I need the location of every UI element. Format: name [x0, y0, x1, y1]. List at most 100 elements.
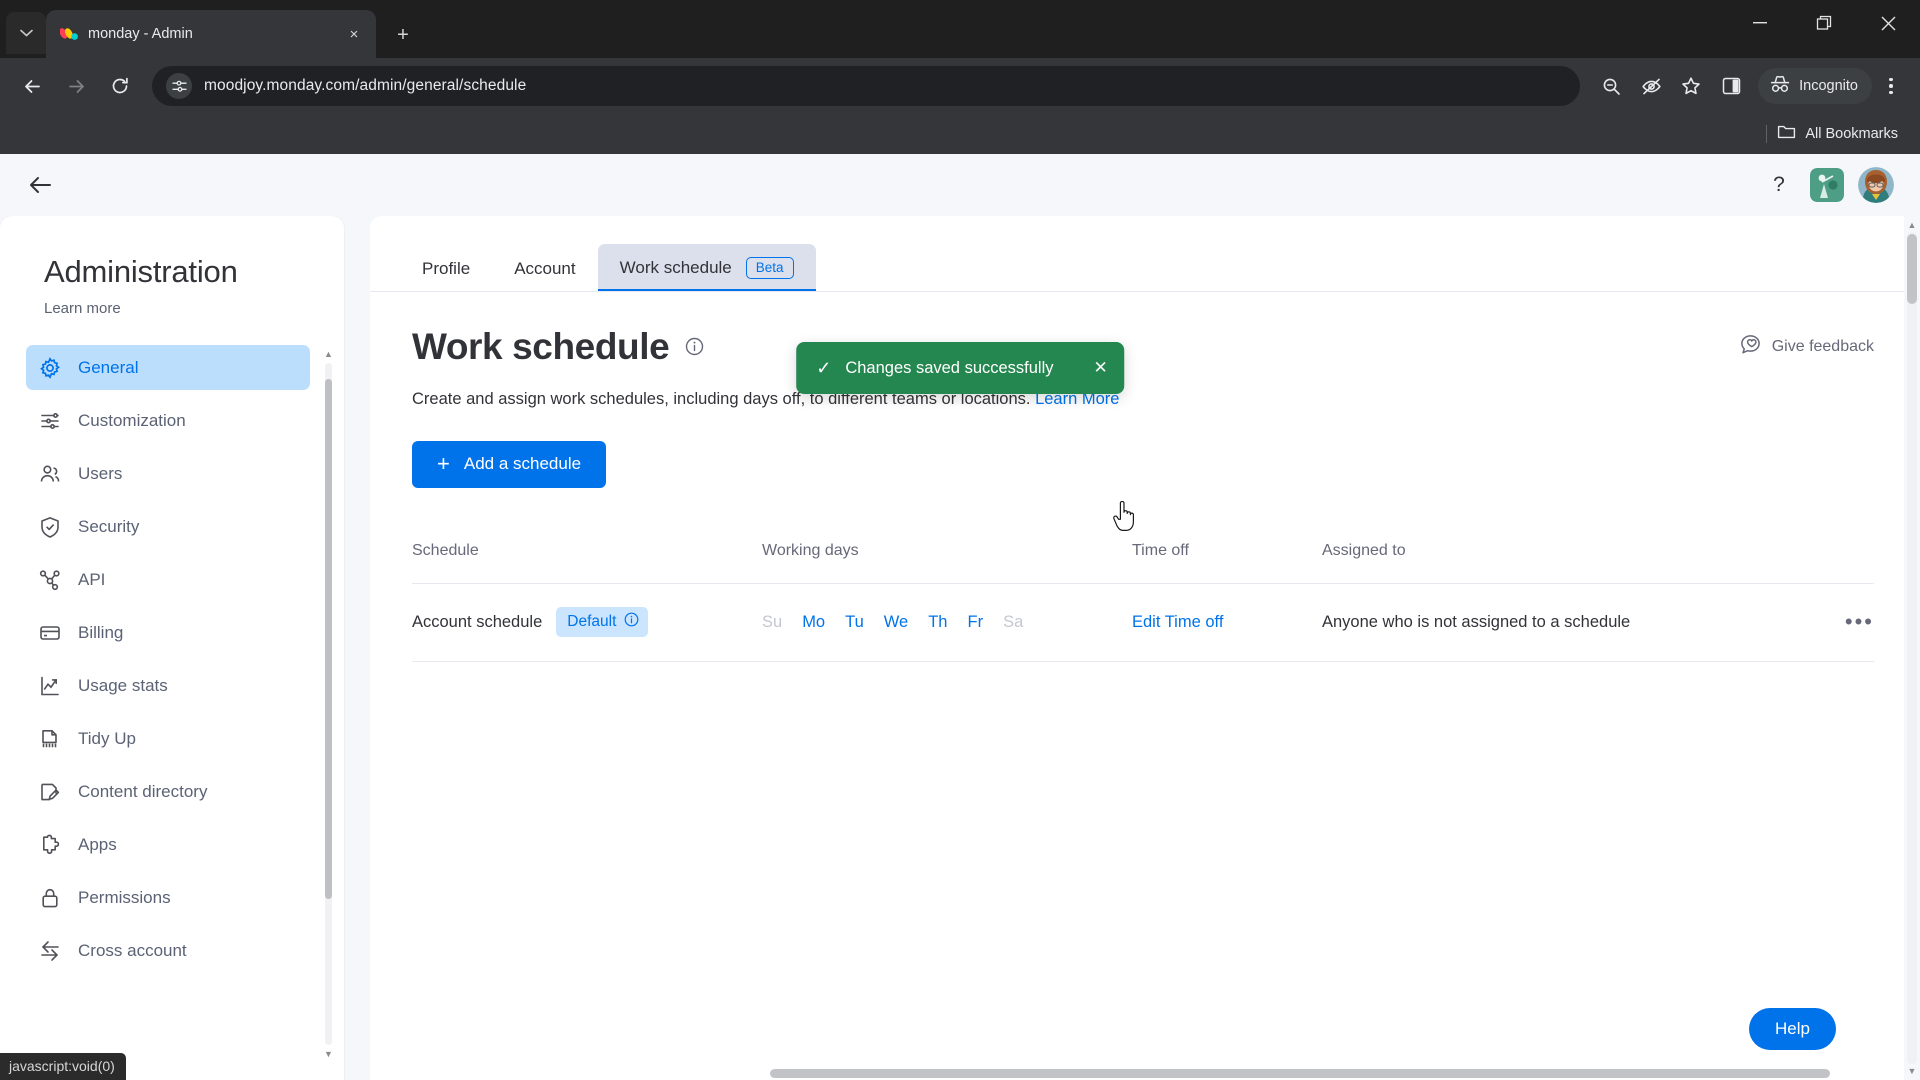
users-icon — [38, 462, 61, 485]
day-we[interactable]: We — [884, 613, 908, 632]
folder-icon — [1777, 124, 1796, 144]
gear-icon — [38, 356, 61, 379]
url-text: moodjoy.monday.com/admin/general/schedul… — [204, 77, 527, 94]
horizontal-scrollbar[interactable] — [770, 1066, 1900, 1080]
three-dot-menu-icon[interactable] — [1874, 67, 1908, 105]
add-schedule-button[interactable]: + Add a schedule — [412, 440, 607, 488]
tab-title: monday - Admin — [88, 26, 193, 42]
day-sa[interactable]: Sa — [1003, 613, 1023, 632]
sidebar-scroll-down-arrow[interactable]: ▼ — [323, 1047, 334, 1061]
tab-work-schedule[interactable]: Work schedule Beta — [597, 244, 816, 292]
sidebar-item-customization[interactable]: Customization — [26, 398, 310, 443]
row-actions-menu-icon[interactable]: ••• — [1814, 609, 1874, 635]
page-viewport: ? ✓ Changes saved successfully ✕ Adminis… — [0, 154, 1920, 1080]
sidebar-item-billing[interactable]: Billing — [26, 610, 310, 655]
status-bar: javascript:void(0) — [0, 1053, 126, 1080]
app-back-button[interactable] — [20, 165, 60, 205]
document-edit-icon — [38, 780, 61, 803]
toast-close-icon[interactable]: ✕ — [1094, 358, 1108, 378]
tab-account[interactable]: Account — [492, 246, 597, 292]
maximize-button[interactable] — [1792, 0, 1856, 46]
bookmark-star-icon[interactable] — [1672, 67, 1710, 105]
give-feedback-button[interactable]: Give feedback — [1740, 334, 1874, 360]
help-button[interactable]: Help — [1749, 1008, 1836, 1050]
monday-logo-icon — [60, 25, 78, 43]
sidebar-item-general[interactable]: General — [26, 345, 310, 390]
browser-tab[interactable]: monday - Admin × — [46, 10, 376, 58]
default-chip-label: Default — [567, 613, 617, 630]
hide-password-icon[interactable] — [1632, 67, 1670, 105]
sidebar-item-security[interactable]: Security — [26, 504, 310, 549]
sidebar-item-apps[interactable]: Apps — [26, 822, 310, 867]
feedback-bubble-icon — [1740, 334, 1761, 360]
give-feedback-label: Give feedback — [1771, 337, 1874, 355]
zoom-out-icon[interactable] — [1592, 67, 1630, 105]
sidebar-item-label: Usage stats — [78, 675, 168, 695]
table-row[interactable]: Account schedule Default Su Mo Tu We Th … — [412, 584, 1874, 662]
day-fr[interactable]: Fr — [967, 613, 983, 632]
cross-account-icon — [38, 939, 61, 962]
default-chip[interactable]: Default — [556, 607, 649, 637]
all-bookmarks-button[interactable]: All Bookmarks — [1777, 124, 1898, 144]
sidebar-title: Administration — [44, 254, 238, 289]
sidebar-nav-list: General Customization Users Security API… — [0, 345, 344, 973]
page-scroll-down-arrow[interactable]: ▼ — [1904, 1063, 1920, 1079]
page-scroll-track[interactable] — [1907, 232, 1917, 1064]
sidebar-item-api[interactable]: API — [26, 557, 310, 602]
user-avatar[interactable] — [1858, 167, 1894, 203]
sidebar-scrollbar[interactable]: ▲ ▼ — [323, 345, 334, 1063]
info-circle-icon[interactable] — [685, 337, 704, 356]
sidebar-item-usage-stats[interactable]: Usage stats — [26, 663, 310, 708]
reload-button-icon[interactable] — [100, 66, 140, 106]
page-scrollbar[interactable]: ▲ ▼ — [1904, 216, 1920, 1080]
toast-message: Changes saved successfully — [845, 358, 1054, 377]
monday-app-icon[interactable] — [1810, 168, 1844, 202]
page-scroll-thumb[interactable] — [1907, 234, 1917, 304]
day-mo[interactable]: Mo — [802, 613, 825, 632]
back-button-icon[interactable] — [12, 66, 52, 106]
page-info-icon[interactable] — [166, 73, 192, 99]
sidebar-learn-more-link[interactable]: Learn more — [0, 290, 344, 317]
sidebar-item-cross-account[interactable]: Cross account — [26, 928, 310, 973]
day-tu[interactable]: Tu — [845, 613, 864, 632]
side-panel-icon[interactable] — [1712, 67, 1750, 105]
beta-badge: Beta — [745, 257, 794, 279]
bookmark-separator — [1766, 125, 1768, 143]
app-header: ? — [0, 154, 1920, 216]
schedule-name: Account schedule — [412, 612, 543, 631]
info-circle-icon — [624, 612, 639, 632]
tab-profile[interactable]: Profile — [400, 246, 492, 292]
sidebar-item-tidy-up[interactable]: Tidy Up — [26, 716, 310, 761]
incognito-badge[interactable]: Incognito — [1758, 68, 1872, 104]
question-mark-icon[interactable]: ? — [1762, 168, 1796, 202]
api-nodes-icon — [38, 568, 61, 591]
sidebar-scroll-up-arrow[interactable]: ▲ — [323, 347, 334, 361]
close-window-button[interactable] — [1856, 0, 1920, 46]
day-su[interactable]: Su — [762, 613, 782, 632]
page-tabs: Profile Account Work schedule Beta — [370, 216, 1920, 292]
sidebar-item-content-directory[interactable]: Content directory — [26, 769, 310, 814]
credit-card-icon — [38, 621, 61, 644]
all-bookmarks-label: All Bookmarks — [1805, 126, 1898, 142]
column-header-working-days: Working days — [762, 542, 859, 559]
plus-icon: + — [437, 451, 450, 476]
sidebar-item-label: Content directory — [78, 781, 208, 801]
app-header-right: ? — [1762, 167, 1894, 203]
tab-close-icon[interactable]: × — [342, 22, 366, 46]
new-tab-button[interactable]: + — [386, 18, 420, 52]
forward-button-icon[interactable] — [56, 66, 96, 106]
page-scroll-up-arrow[interactable]: ▲ — [1904, 217, 1920, 233]
sidebar-scroll-thumb[interactable] — [325, 379, 332, 899]
edit-time-off-link[interactable]: Edit Time off — [1132, 613, 1223, 631]
tab-search-chevron-icon[interactable] — [6, 12, 46, 54]
day-th[interactable]: Th — [928, 613, 947, 632]
sidebar-item-label: Cross account — [78, 940, 187, 960]
page-subtitle: Create and assign work schedules, includ… — [412, 390, 1874, 409]
minimize-button[interactable] — [1728, 0, 1792, 46]
sidebar-item-users[interactable]: Users — [26, 451, 310, 496]
page-title-row: Work schedule Give feedback — [412, 326, 1874, 368]
check-icon: ✓ — [816, 358, 832, 378]
horizontal-scroll-thumb[interactable] — [770, 1069, 1830, 1078]
sidebar-item-permissions[interactable]: Permissions — [26, 875, 310, 920]
address-bar[interactable]: moodjoy.monday.com/admin/general/schedul… — [152, 66, 1581, 106]
